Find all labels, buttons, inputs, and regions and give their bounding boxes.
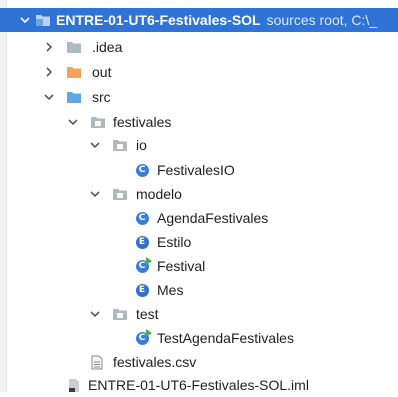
tree-row-label: Mes bbox=[157, 282, 184, 298]
tree-row-modelo[interactable]: modelo bbox=[0, 182, 398, 206]
chevron-down-icon[interactable] bbox=[18, 13, 32, 27]
tree-row-label: festivales bbox=[113, 114, 172, 130]
tree-row-out[interactable]: out bbox=[0, 60, 398, 84]
tree-row-idea[interactable]: .idea bbox=[0, 35, 398, 59]
tree-row-label: festivales.csv bbox=[113, 354, 197, 370]
chevron-down-icon[interactable] bbox=[88, 187, 102, 201]
enum-icon: E bbox=[134, 282, 150, 298]
class-badge: C bbox=[135, 163, 149, 177]
tree-row-festivalesio[interactable]: C FestivalesIO bbox=[0, 158, 398, 182]
class-badge: C bbox=[135, 328, 152, 345]
chevron-right-icon[interactable] bbox=[42, 65, 56, 79]
enum-badge: E bbox=[135, 235, 149, 249]
class-badge: C bbox=[135, 256, 152, 273]
chevron-down-icon[interactable] bbox=[42, 90, 56, 104]
tree-row-festivales[interactable]: festivales bbox=[0, 110, 398, 134]
tree-row-iml[interactable]: ENTRE-01-UT6-Festivales-SOL.iml bbox=[0, 373, 398, 397]
folder-icon bbox=[66, 39, 82, 55]
source-folder-icon bbox=[66, 89, 82, 105]
module-folder-icon bbox=[35, 12, 51, 28]
tree-row-label: test bbox=[136, 306, 159, 322]
tree-row-test[interactable]: test bbox=[0, 302, 398, 326]
tree-row-label: AgendaFestivales bbox=[157, 210, 269, 226]
tree-row-label: Festival bbox=[157, 258, 206, 274]
tree-row-festival[interactable]: C Festival bbox=[0, 254, 398, 278]
tree-row-mes[interactable]: E Mes bbox=[0, 278, 398, 302]
package-icon bbox=[112, 186, 128, 202]
tree-row-label: Estilo bbox=[157, 234, 192, 250]
chevron-down-icon[interactable] bbox=[66, 115, 80, 129]
tree-row-label: FestivalesIO bbox=[157, 162, 235, 178]
tree-row-label: out bbox=[92, 64, 112, 80]
tree-row-label: io bbox=[136, 137, 147, 153]
tree-row-testagendafestivales[interactable]: C TestAgendaFestivales bbox=[0, 326, 398, 350]
class-icon: C bbox=[134, 210, 150, 226]
chevron-right-icon[interactable] bbox=[42, 40, 56, 54]
run-marker-icon bbox=[145, 256, 152, 265]
excluded-folder-icon bbox=[66, 64, 82, 80]
tree-row-label: .idea bbox=[92, 39, 123, 55]
tree-row-label: ENTRE-01-UT6-Festivales-SOL sources root,… bbox=[56, 12, 378, 28]
package-icon bbox=[112, 306, 128, 322]
runnable-class-icon: C bbox=[134, 328, 152, 346]
enum-badge: E bbox=[135, 283, 149, 297]
tree-row-label: src bbox=[92, 89, 111, 105]
text-file-icon bbox=[89, 354, 105, 370]
tree-row-root[interactable]: ENTRE-01-UT6-Festivales-SOL sources root,… bbox=[0, 8, 398, 32]
class-icon: C bbox=[134, 162, 150, 178]
class-badge: C bbox=[135, 211, 149, 225]
runnable-class-icon: C bbox=[134, 256, 152, 274]
tree-row-agendafestivales[interactable]: C AgendaFestivales bbox=[0, 206, 398, 230]
chevron-down-icon[interactable] bbox=[88, 307, 102, 321]
enum-icon: E bbox=[134, 234, 150, 250]
tree-row-io[interactable]: io bbox=[0, 133, 398, 157]
tree-row-label: modelo bbox=[136, 186, 182, 202]
tree-row-estilo[interactable]: E Estilo bbox=[0, 230, 398, 254]
tree-row-subtext: sources root, C:\_ bbox=[266, 12, 378, 28]
chevron-down-icon[interactable] bbox=[88, 138, 102, 152]
run-marker-icon bbox=[145, 328, 152, 337]
tree-row-src[interactable]: src bbox=[0, 85, 398, 109]
iml-file-icon bbox=[66, 377, 82, 393]
tree-row-label: TestAgendaFestivales bbox=[157, 330, 294, 346]
package-icon bbox=[112, 137, 128, 153]
package-icon bbox=[90, 114, 106, 130]
tree-row-festivales-csv[interactable]: festivales.csv bbox=[0, 350, 398, 374]
tree-row-label: ENTRE-01-UT6-Festivales-SOL.iml bbox=[88, 377, 309, 393]
